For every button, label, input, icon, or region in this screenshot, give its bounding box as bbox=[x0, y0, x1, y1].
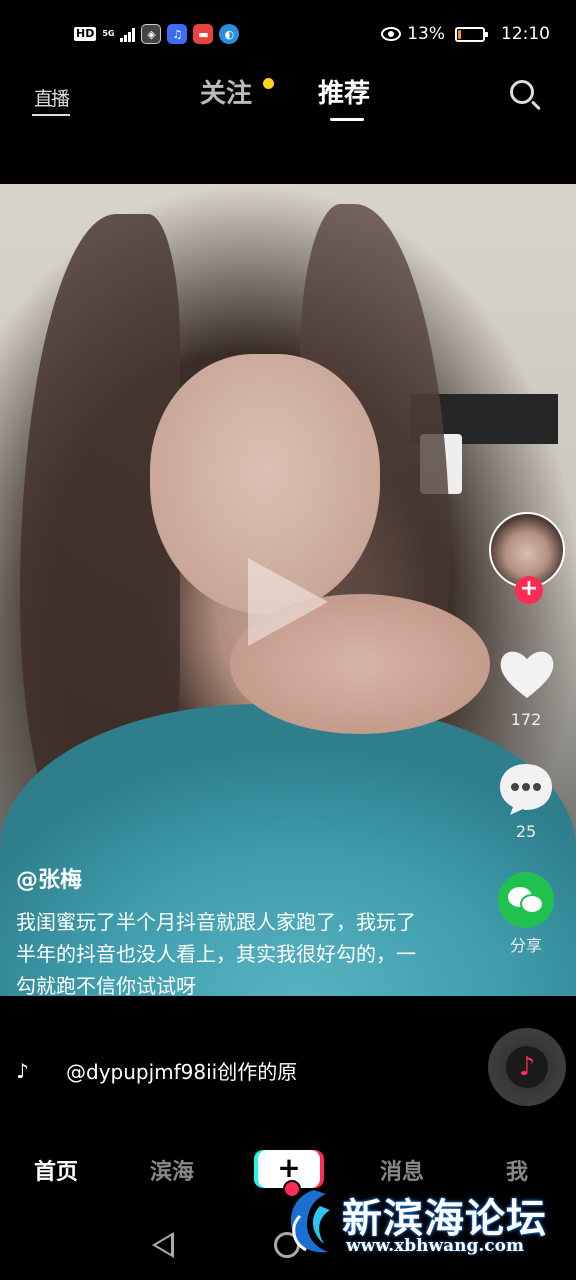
clock: 12:10 bbox=[501, 24, 550, 44]
back-icon[interactable] bbox=[152, 1232, 174, 1258]
video-description: 我闺蜜玩了半个月抖音就跟人家跑了，我玩了半年的抖音也没人看上，其实我很好勾的，一… bbox=[16, 910, 416, 998]
forum-logo-icon bbox=[290, 1190, 330, 1253]
battery-fill bbox=[458, 29, 462, 39]
network-type: 5G bbox=[102, 29, 115, 38]
battery-percent: 13% bbox=[407, 24, 445, 44]
watermark-url: www.xbhwang.com bbox=[346, 1236, 524, 1256]
wechat-share-icon[interactable] bbox=[498, 872, 554, 928]
follow-button[interactable]: + bbox=[515, 576, 543, 604]
top-nav: 直播 关注 推荐 bbox=[0, 70, 576, 130]
status-bar: HD 5G ◈ ♫ ▬ ◐ 13% 12:10 bbox=[0, 0, 576, 70]
heart-icon[interactable] bbox=[498, 646, 556, 702]
status-right: 13% 12:10 bbox=[381, 24, 550, 44]
share-label: 分享 bbox=[509, 936, 542, 955]
comment-icon[interactable] bbox=[498, 762, 554, 816]
author-name[interactable]: @张梅 bbox=[16, 866, 416, 896]
music-app-icon: ♫ bbox=[167, 24, 188, 44]
app-icon-1: ◈ bbox=[141, 24, 162, 44]
hd-badge: HD bbox=[74, 27, 97, 41]
red-app-icon: ▬ bbox=[193, 24, 214, 44]
music-row[interactable]: ♪ @dypupjmf98ii创作的原 bbox=[16, 1056, 297, 1085]
active-tab-indicator bbox=[330, 118, 364, 121]
live-button[interactable]: 直播 bbox=[30, 76, 72, 118]
tiktok-note-icon: ♪ bbox=[16, 1058, 29, 1083]
music-disc-icon[interactable]: ♪ bbox=[488, 1028, 566, 1106]
comment-count: 25 bbox=[515, 822, 537, 841]
eye-comfort-icon bbox=[381, 27, 402, 41]
battery-icon bbox=[455, 26, 488, 42]
nav-messages[interactable]: 消息 bbox=[380, 1154, 424, 1186]
play-icon[interactable] bbox=[248, 558, 328, 646]
video-caption: @张梅 我闺蜜玩了半个月抖音就跟人家跑了，我玩了半年的抖音也没人看上，其实我很好… bbox=[16, 866, 416, 1002]
nav-binhai[interactable]: 滨海 bbox=[150, 1154, 194, 1186]
search-icon[interactable] bbox=[508, 78, 542, 112]
music-title: @dypupjmf98ii创作的原 bbox=[66, 1060, 298, 1084]
like-count: 172 bbox=[510, 710, 542, 729]
music-note-icon: ♪ bbox=[506, 1046, 548, 1088]
forum-watermark: 新滨海论坛 www.xbhwang.com bbox=[280, 1184, 576, 1264]
signal-icon bbox=[120, 26, 136, 42]
status-indicators: HD 5G ◈ ♫ ▬ ◐ bbox=[74, 24, 240, 44]
tab-recommended[interactable]: 推荐 bbox=[318, 76, 370, 112]
tab-following[interactable]: 关注 bbox=[200, 76, 252, 112]
nav-me[interactable]: 我 bbox=[506, 1154, 528, 1186]
browser-icon: ◐ bbox=[219, 24, 240, 44]
new-content-dot bbox=[263, 78, 274, 89]
nav-home[interactable]: 首页 bbox=[34, 1154, 78, 1186]
